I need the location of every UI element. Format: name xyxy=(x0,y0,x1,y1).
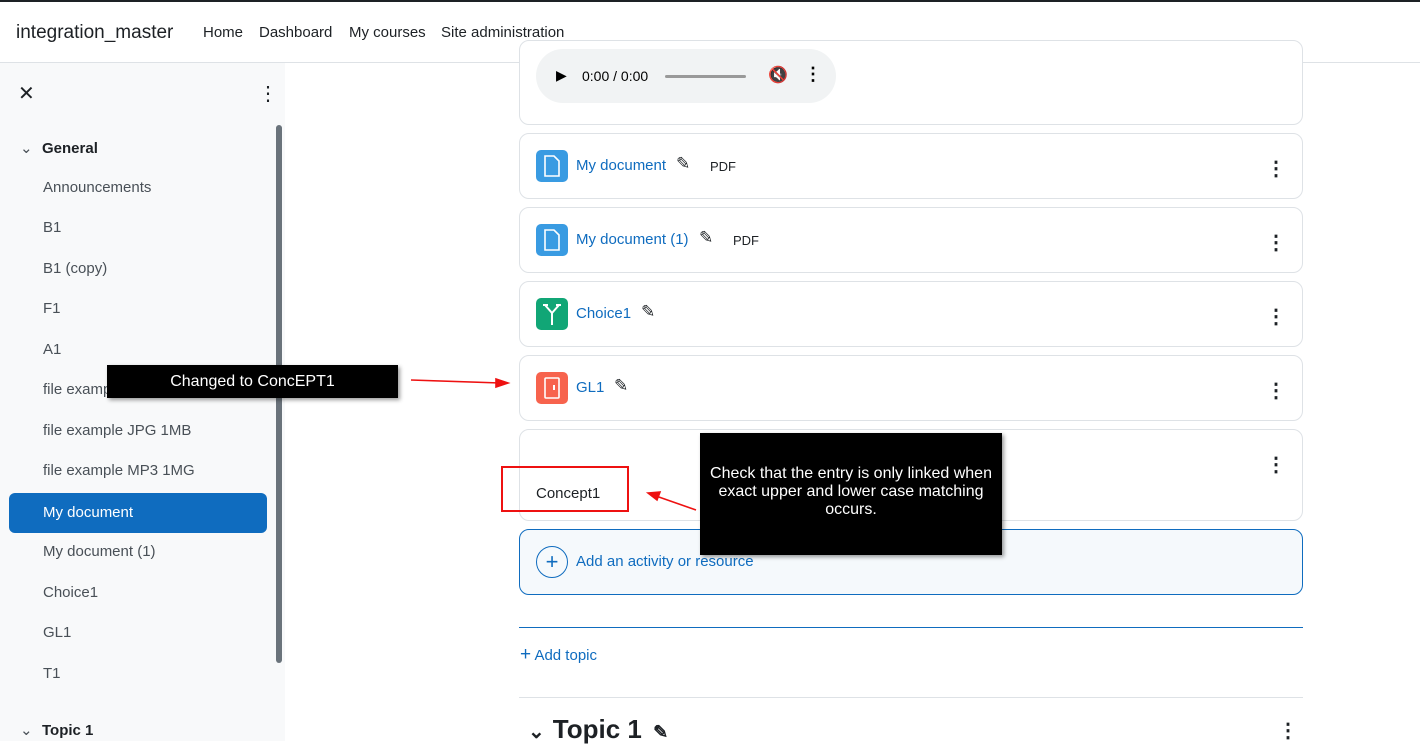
arrow-head xyxy=(645,491,662,502)
annotation-arrows xyxy=(410,377,697,511)
arrow-line xyxy=(410,379,501,384)
arrow-line xyxy=(655,495,697,511)
arrow-head xyxy=(495,377,511,389)
